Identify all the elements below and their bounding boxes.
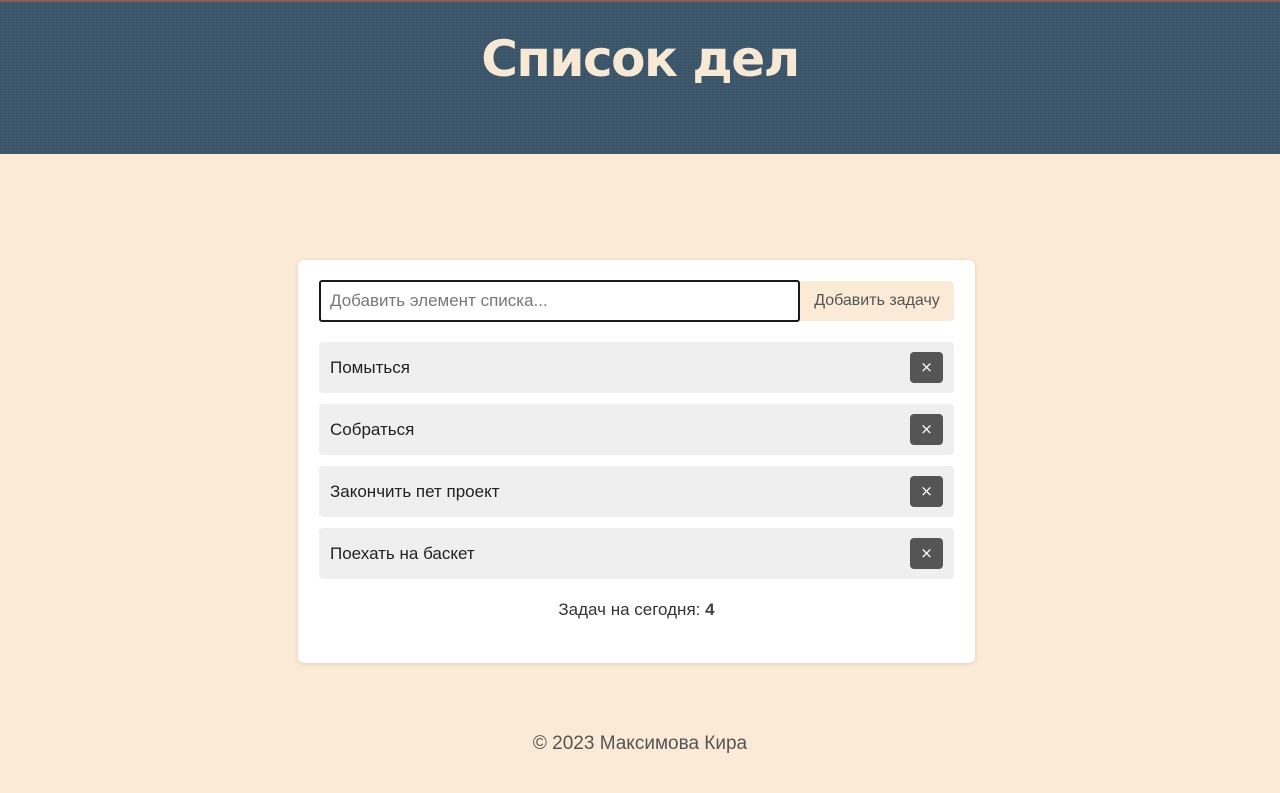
add-task-form: Добавить задачу <box>319 280 954 322</box>
task-counter: Задач на сегодня: 4 <box>298 600 975 620</box>
task-label: Закончить пет проект <box>330 482 500 501</box>
delete-task-button[interactable]: × <box>910 352 943 383</box>
task-item: Помыться × <box>319 342 954 393</box>
task-item: Закончить пет проект × <box>319 466 954 517</box>
page-header: Список дел <box>0 0 1280 154</box>
delete-task-button[interactable]: × <box>910 414 943 445</box>
task-label: Собраться <box>330 420 415 439</box>
close-icon: × <box>920 544 933 562</box>
close-icon: × <box>920 358 933 376</box>
close-icon: × <box>920 420 933 438</box>
task-list: Помыться × Собраться × Закончить пет про… <box>319 342 954 590</box>
page-title: Список дел <box>481 30 800 88</box>
task-input[interactable] <box>319 280 800 322</box>
close-icon: × <box>920 482 933 500</box>
task-counter-label: Задач на сегодня: <box>558 600 701 619</box>
task-item: Поехать на баскет × <box>319 528 954 579</box>
task-item: Собраться × <box>319 404 954 455</box>
delete-task-button[interactable]: × <box>910 538 943 569</box>
task-counter-value: 4 <box>705 600 715 619</box>
add-task-button[interactable]: Добавить задачу <box>800 281 954 321</box>
task-label: Помыться <box>330 358 410 377</box>
page-footer: © 2023 Максимова Кира <box>532 733 748 754</box>
delete-task-button[interactable]: × <box>910 476 943 507</box>
task-label: Поехать на баскет <box>330 544 475 563</box>
todo-card: Добавить задачу Помыться × Собраться × З… <box>298 260 975 663</box>
